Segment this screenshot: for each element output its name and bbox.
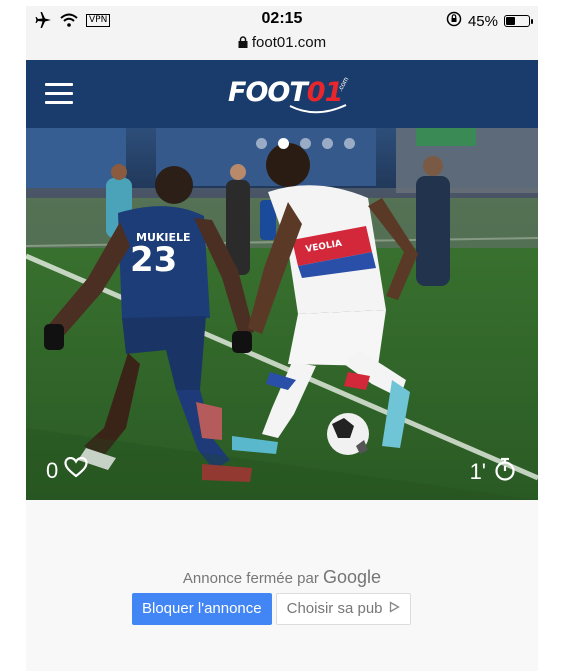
address-bar[interactable]: foot01.com [26,34,538,52]
hero-slide[interactable]: MUKIELE 23 VEOLIA 0 1' [26,128,538,500]
like-count: 0 [46,457,59,483]
status-bar: VPN 02:15 45% foot01.com [26,6,538,60]
choose-ad-label: Choisir sa pub [286,600,383,617]
time-ago-value: 1' [469,459,486,484]
menu-icon[interactable] [45,83,75,105]
stopwatch-icon [494,457,516,487]
jersey-number: 23 [130,240,177,280]
google-wordmark: Google [323,567,382,587]
lock-icon [238,35,248,52]
status-right: 45% [446,11,533,31]
carousel-indicator [256,138,355,149]
carousel-dot[interactable] [256,138,267,149]
match-photo: MUKIELE 23 VEOLIA [26,128,538,500]
choose-ad-button[interactable]: Choisir sa pub [275,593,411,625]
rotation-lock-icon [446,11,462,31]
carousel-dot[interactable] [322,138,333,149]
block-ad-button[interactable]: Bloquer l'annonce [132,593,272,625]
battery-icon [504,15,533,27]
url-text: foot01.com [251,34,327,51]
like-button[interactable]: 0 [46,456,88,484]
site-header: FOOT01 .com [26,60,538,128]
battery-percent: 45% [467,12,498,30]
ad-actions: Bloquer l'annonce Choisir sa pub [132,593,411,625]
carousel-dot[interactable] [300,138,311,149]
ad-slot: Annonce fermée par Google Bloquer l'anno… [26,500,538,671]
adchoices-icon [389,594,400,624]
logo-swoosh-icon [289,104,347,114]
site-logo[interactable]: FOOT01 .com [228,73,350,117]
ad-closed-text: Annonce fermée par [182,570,319,587]
carousel-dot[interactable] [278,138,289,149]
ad-closed-notice: Annonce fermée par Google [26,567,538,588]
heart-icon [64,456,88,484]
time-ago: 1' [470,457,516,487]
carousel-dot[interactable] [344,138,355,149]
